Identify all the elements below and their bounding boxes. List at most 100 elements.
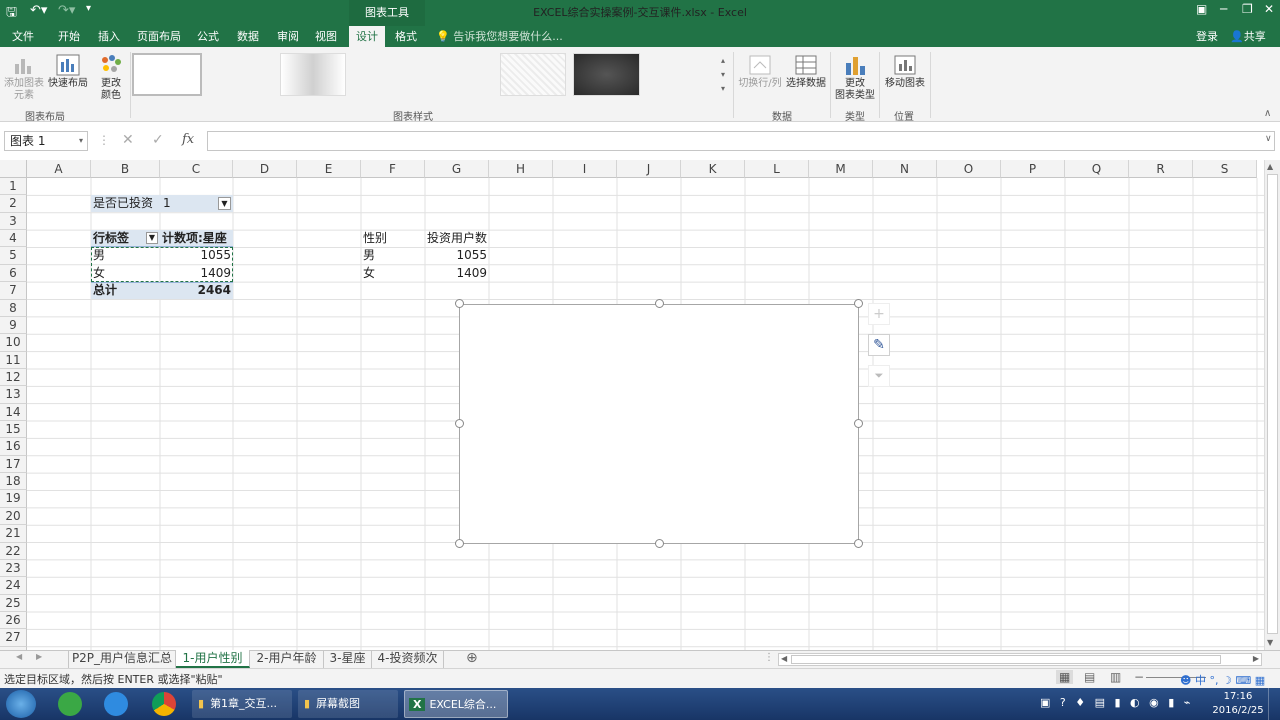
column-header[interactable]: O: [937, 160, 1001, 178]
collapse-ribbon-icon[interactable]: ∧: [1264, 108, 1271, 119]
row-header[interactable]: 14: [0, 403, 27, 422]
pivot-total-label[interactable]: 总计: [93, 282, 153, 299]
add-chart-element-button[interactable]: 添加图表 元素: [2, 54, 46, 102]
sheet-tab[interactable]: P2P_用户信息汇总: [68, 650, 176, 668]
row-header[interactable]: 27: [0, 629, 27, 647]
scroll-down-icon[interactable]: ▼: [1267, 638, 1273, 647]
column-header[interactable]: Q: [1065, 160, 1129, 178]
chrome-icon[interactable]: [152, 692, 176, 716]
row-filter-dropdown-icon[interactable]: ▼: [146, 232, 158, 244]
column-header[interactable]: A: [27, 160, 91, 178]
column-header[interactable]: C: [160, 160, 233, 178]
zoom-out-icon[interactable]: −: [1134, 670, 1144, 684]
resize-handle[interactable]: [854, 299, 863, 308]
scroll-left-icon[interactable]: ◀: [781, 654, 787, 663]
column-header[interactable]: P: [1001, 160, 1065, 178]
taskbar-clock[interactable]: 17:16 2016/2/25: [1212, 690, 1264, 718]
resize-handle[interactable]: [854, 539, 863, 548]
messenger-icon[interactable]: [104, 692, 128, 716]
scroll-up-icon[interactable]: ▲: [1267, 162, 1273, 171]
column-header[interactable]: B: [91, 160, 160, 178]
column-header[interactable]: H: [489, 160, 553, 178]
resize-handle[interactable]: [854, 419, 863, 428]
row-header[interactable]: 1: [0, 178, 27, 196]
enter-icon[interactable]: ✓: [152, 132, 164, 148]
row-header[interactable]: 16: [0, 438, 27, 456]
tab-formulas[interactable]: 公式: [190, 26, 226, 47]
row-header[interactable]: 15: [0, 421, 27, 439]
column-header[interactable]: M: [809, 160, 873, 178]
horizontal-scrollbar[interactable]: ◀ ▶: [778, 653, 1262, 666]
sheet-tab[interactable]: 4-投资频次: [372, 650, 444, 668]
chart-style-1[interactable]: [132, 53, 202, 96]
undo-icon[interactable]: ↶▾: [30, 3, 47, 18]
row-header[interactable]: 11: [0, 351, 27, 369]
tab-format[interactable]: 格式: [388, 26, 424, 47]
column-header[interactable]: L: [745, 160, 809, 178]
column-header[interactable]: K: [681, 160, 745, 178]
page-break-view-icon[interactable]: ▥: [1110, 670, 1121, 684]
filter-dropdown-icon[interactable]: ▼: [218, 197, 231, 210]
pivot-filter-value[interactable]: 1: [163, 195, 203, 212]
column-header[interactable]: J: [617, 160, 681, 178]
ribbon-display-icon[interactable]: ▣: [1196, 2, 1207, 16]
table-row-label[interactable]: 女: [363, 265, 423, 282]
chart-styles-brush-icon[interactable]: ✎: [868, 334, 890, 356]
formula-input[interactable]: [207, 131, 1275, 151]
column-header[interactable]: I: [553, 160, 617, 178]
row-header[interactable]: 2: [0, 195, 27, 213]
table-row-label[interactable]: 男: [363, 247, 423, 264]
resize-handle[interactable]: [655, 299, 664, 308]
row-header[interactable]: 3: [0, 212, 27, 231]
select-all-corner[interactable]: [0, 160, 27, 178]
column-header[interactable]: R: [1129, 160, 1193, 178]
resize-handle[interactable]: [455, 419, 464, 428]
column-header[interactable]: N: [873, 160, 937, 178]
tab-data[interactable]: 数据: [230, 26, 266, 47]
insert-function-icon[interactable]: fx: [182, 132, 194, 147]
start-button-icon[interactable]: [6, 690, 36, 718]
row-header[interactable]: 7: [0, 282, 27, 300]
close-icon[interactable]: ✕: [1264, 2, 1274, 16]
row-header[interactable]: 4: [0, 230, 27, 248]
chart-style-3[interactable]: [500, 53, 566, 96]
browser-icon[interactable]: [58, 692, 82, 716]
page-layout-view-icon[interactable]: ▤: [1084, 670, 1095, 684]
tab-file[interactable]: 文件: [4, 26, 42, 47]
taskbar-app-excel[interactable]: X EXCEL综合...: [404, 690, 508, 718]
chart-filters-funnel-icon[interactable]: ⏷: [868, 365, 890, 387]
new-sheet-plus-icon[interactable]: ⊕: [466, 650, 478, 666]
sheet-tab[interactable]: 2-用户年龄: [250, 650, 324, 668]
taskbar-app-folder[interactable]: ▮ 第1章_交互...: [192, 690, 292, 718]
expand-formula-icon[interactable]: ∨: [1265, 134, 1272, 144]
column-header[interactable]: D: [233, 160, 297, 178]
h-scroll-thumb[interactable]: [791, 655, 1221, 664]
row-header[interactable]: 22: [0, 542, 27, 560]
row-header[interactable]: 24: [0, 577, 27, 595]
taskbar-app-folder[interactable]: ▮ 屏幕截图: [298, 690, 398, 718]
row-header[interactable]: 25: [0, 594, 27, 612]
tab-review[interactable]: 审阅: [270, 26, 306, 47]
sheet-tab[interactable]: 3-星座: [324, 650, 372, 668]
show-desktop-button[interactable]: [1268, 688, 1280, 720]
row-header[interactable]: 9: [0, 316, 27, 335]
table-row-value[interactable]: 1409: [425, 265, 489, 282]
resize-handle[interactable]: [655, 539, 664, 548]
tab-insert[interactable]: 插入: [90, 26, 128, 47]
sign-in-link[interactable]: 登录: [1196, 26, 1218, 47]
cancel-icon[interactable]: ✕: [122, 132, 134, 148]
row-header[interactable]: 21: [0, 525, 27, 543]
row-header[interactable]: 17: [0, 455, 27, 474]
table-header-gender[interactable]: 性别: [363, 230, 423, 247]
table-row-value[interactable]: 1055: [425, 247, 489, 264]
chart-elements-plus-icon[interactable]: +: [868, 303, 890, 325]
tab-page-layout[interactable]: 页面布局: [132, 26, 186, 47]
row-header[interactable]: 12: [0, 368, 27, 387]
row-header[interactable]: 13: [0, 386, 27, 404]
resize-handle[interactable]: [455, 539, 464, 548]
restore-icon[interactable]: ❐: [1242, 2, 1253, 16]
select-data-button[interactable]: 选择数据: [784, 54, 828, 90]
move-chart-button[interactable]: 移动图表: [881, 54, 929, 90]
sheet-tab-active[interactable]: 1-用户性别: [176, 650, 250, 668]
scroll-right-icon[interactable]: ▶: [1253, 654, 1259, 663]
